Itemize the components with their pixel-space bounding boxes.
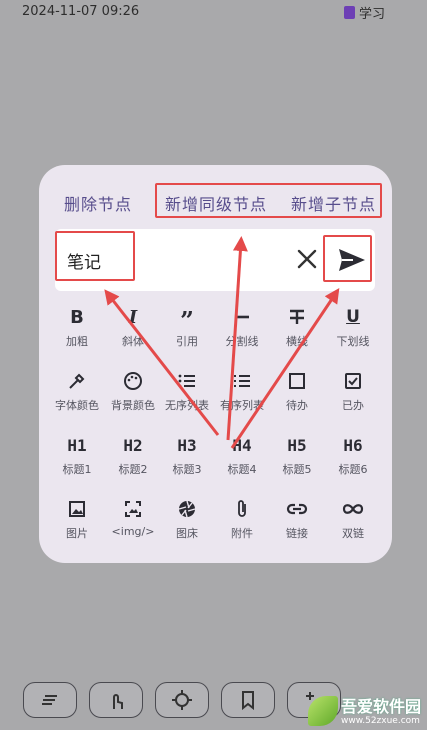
tool-checkbox-checked[interactable]: 已办	[325, 369, 381, 419]
tool-label: 标题4	[227, 463, 257, 476]
tool-label: 横线	[286, 335, 308, 348]
tool-img-tag[interactable]: <img/>	[105, 497, 161, 547]
status-bar: 2024-11-07 09:26 学习	[0, 0, 427, 26]
tool-number-list[interactable]: 有序列表	[214, 369, 270, 419]
notebook-icon	[343, 6, 355, 19]
tool-bullet-list[interactable]: 无序列表	[159, 369, 215, 419]
tool-label: 标题3	[172, 463, 202, 476]
tool-h5[interactable]: H5 标题5	[269, 433, 325, 483]
notebook-label: 学习	[358, 7, 385, 22]
h3-icon: H3	[177, 435, 197, 455]
h6-icon: H6	[343, 435, 363, 455]
tool-u[interactable]: U 下划线	[325, 305, 381, 355]
bullet-list-icon	[159, 369, 215, 393]
tool-label: 有序列表	[220, 399, 264, 412]
tool-i[interactable]: I 斜体	[105, 305, 161, 355]
tool-checkbox-empty[interactable]: 待办	[269, 369, 325, 419]
tool-label: 图片	[66, 527, 88, 540]
leaf-logo-icon	[307, 696, 338, 726]
highlight-box-sibling-child	[155, 183, 382, 218]
tool-h4[interactable]: H4 标题4	[214, 433, 270, 483]
tool-label: 图床	[176, 527, 198, 540]
checkbox-empty-icon	[269, 369, 325, 393]
tool-h1[interactable]: H1 标题1	[49, 433, 105, 483]
site-watermark: 吾爱软件园 www.52zxue.com	[307, 696, 421, 726]
tool-label: 标题2	[118, 463, 148, 476]
tool-label: 下划线	[336, 335, 370, 348]
tool-h3[interactable]: H3 标题3	[159, 433, 215, 483]
h4-icon: H4	[232, 435, 252, 455]
number-list-icon	[214, 369, 270, 393]
tool-dropper[interactable]: 字体颜色	[49, 369, 105, 419]
img-tag-icon	[105, 497, 161, 521]
b-icon: B	[70, 306, 84, 328]
tool-h6[interactable]: H6 标题6	[325, 433, 381, 483]
delete-node-button[interactable]: 删除节点	[64, 191, 132, 215]
tool-label: 字体颜色	[55, 399, 99, 412]
link-icon	[269, 497, 325, 521]
tool-label: 链接	[286, 527, 308, 540]
paperclip-icon	[214, 497, 270, 521]
checkbox-checked-icon	[325, 369, 381, 393]
h1-icon: H1	[67, 435, 87, 455]
tool-label: 引用	[176, 335, 198, 348]
lines-icon	[42, 695, 57, 705]
crosshair-icon	[172, 690, 192, 710]
touch-icon	[113, 694, 123, 709]
tool-quote[interactable]: ” 引用	[159, 305, 215, 355]
tool-aperture[interactable]: 图床	[159, 497, 215, 547]
u-icon: U	[346, 307, 360, 327]
divider-icon	[214, 305, 270, 329]
tool-label: 背景颜色	[111, 399, 155, 412]
tool-paperclip[interactable]: 附件	[214, 497, 270, 547]
tool-b[interactable]: B 加粗	[49, 305, 105, 355]
tool-h2[interactable]: H2 标题2	[105, 433, 161, 483]
h2-icon: H2	[123, 435, 143, 455]
tool-divider[interactable]: 分割线	[214, 305, 270, 355]
tool-label: 待办	[286, 399, 308, 412]
tool-label: 标题6	[338, 463, 368, 476]
bookmark-icon	[242, 691, 254, 710]
watermark-url: www.52zxue.com	[340, 716, 420, 726]
strikethrough-icon	[269, 305, 325, 329]
image-icon	[49, 497, 105, 521]
aperture-icon	[159, 497, 215, 521]
tool-label: 已办	[342, 399, 364, 412]
tool-label: 附件	[231, 527, 253, 540]
highlight-box-input	[55, 231, 135, 281]
close-icon	[297, 249, 317, 269]
tool-palette[interactable]: 背景颜色	[105, 369, 161, 419]
tool-label: 加粗	[66, 335, 88, 348]
bookmark-button[interactable]	[221, 682, 275, 718]
status-notebook: 学习	[343, 3, 385, 22]
tool-strikethrough[interactable]: 横线	[269, 305, 325, 355]
node-edit-popup: 删除节点 新增同级节点 新增子节点 B加粗I斜体”引用分割线横线U下划线字体颜色…	[39, 165, 392, 563]
tool-link[interactable]: 链接	[269, 497, 325, 547]
locate-button[interactable]	[155, 682, 209, 718]
watermark-name: 吾爱软件园	[340, 697, 421, 716]
tool-label: 无序列表	[165, 399, 209, 412]
tool-label: 标题5	[282, 463, 312, 476]
tool-label: 斜体	[122, 335, 144, 348]
tool-double-link[interactable]: 双链	[325, 497, 381, 547]
i-icon: I	[128, 306, 138, 328]
highlight-box-send	[323, 235, 372, 282]
h5-icon: H5	[287, 435, 307, 455]
dropper-icon	[49, 369, 105, 393]
palette-icon	[105, 369, 161, 393]
menu-button[interactable]	[23, 682, 77, 718]
status-time: 2024-11-07 09:26	[22, 4, 140, 19]
quote-icon: ”	[180, 306, 194, 335]
double-link-icon	[325, 497, 381, 521]
tool-label: 标题1	[62, 463, 92, 476]
gesture-button[interactable]	[89, 682, 143, 718]
clear-input-button[interactable]	[295, 247, 319, 271]
tool-label: 双链	[342, 527, 364, 540]
tool-image[interactable]: 图片	[49, 497, 105, 547]
tool-label: <img/>	[111, 525, 155, 538]
tool-label: 分割线	[225, 335, 259, 348]
